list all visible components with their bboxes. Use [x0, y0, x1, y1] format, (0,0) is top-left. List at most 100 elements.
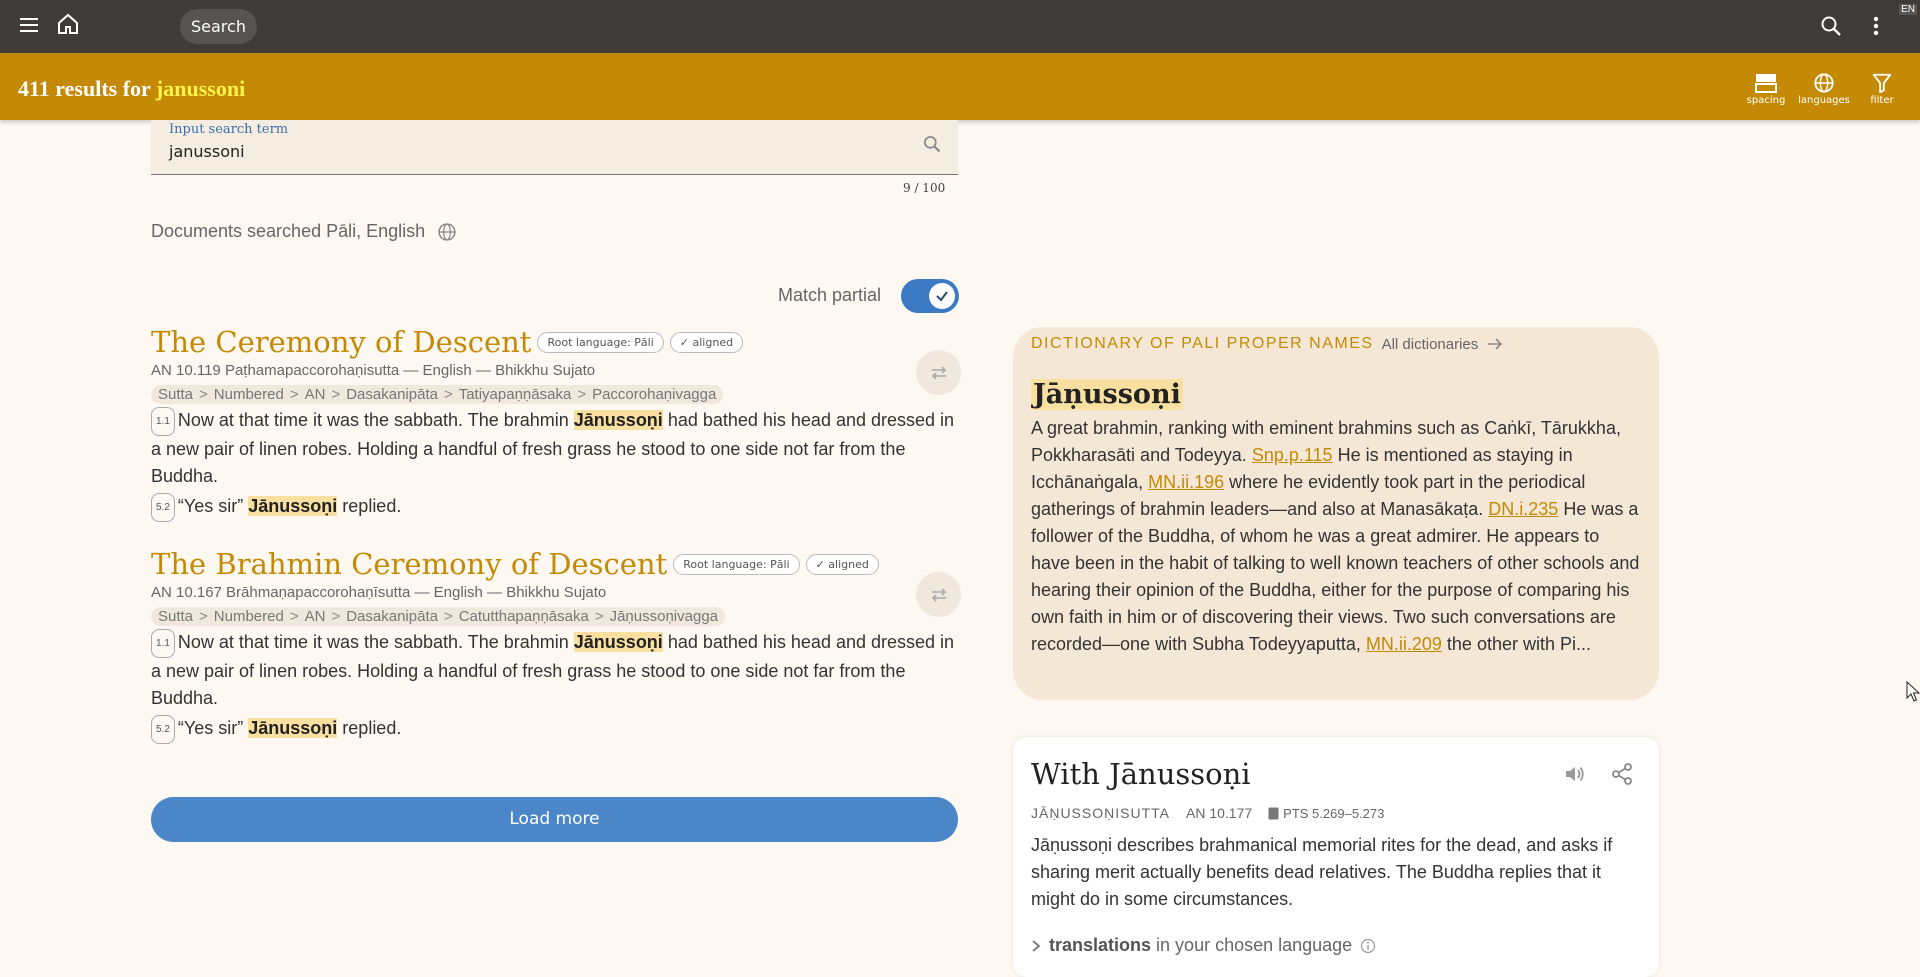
menu-icon[interactable]	[18, 14, 40, 36]
highlighted-term: Jānussoṇi	[248, 718, 338, 738]
match-partial-toggle[interactable]	[901, 279, 959, 313]
root-language-badge: Root language: Pāli	[673, 553, 800, 575]
excerpt-text: Now at that time it was the sabbath. The…	[177, 632, 574, 652]
breadcrumb-item[interactable]: AN	[305, 386, 326, 403]
swap-icon	[931, 365, 946, 380]
result-excerpt: 1.1 Now at that time it was the sabbath. …	[151, 629, 961, 712]
pts-reference: PTS 5.269–5.273	[1268, 806, 1384, 821]
documents-searched-text: Documents searched Pāli, English	[151, 221, 426, 241]
result-meta: AN 10.119 Paṭhamapaccorohaṇisutta — Engl…	[151, 362, 596, 379]
filter-icon	[1872, 73, 1892, 94]
search-field-label: Input search term	[169, 122, 289, 137]
search-field[interactable]: Input search term janussoni	[151, 120, 958, 175]
swap-translation-button[interactable]	[916, 572, 961, 617]
dictionary-name: DICTIONARY OF PALI PROPER NAMES	[1031, 335, 1374, 352]
sutta-acronym: JĀṆUSSOṆISUTTA	[1031, 805, 1170, 821]
result-excerpt: 1.1 Now at that time it was the sabbath. …	[151, 407, 961, 490]
breadcrumb-item[interactable]: Dasakanipāta	[346, 608, 438, 625]
spacing-icon	[1755, 74, 1777, 93]
language-code[interactable]: EN	[1899, 4, 1917, 15]
search-submit-icon[interactable]	[922, 134, 942, 159]
breadcrumb-item[interactable]: Jāṇussoṇivagga	[610, 608, 718, 625]
results-title: 411 results for janussoni	[18, 76, 245, 102]
definition-text: He was a follower of the Buddha, of whom…	[1031, 499, 1640, 654]
aligned-badge: ✓ aligned	[669, 331, 744, 353]
result-meta: AN 10.167 Brāhmaṇapaccorohaṇīsutta — Eng…	[151, 584, 607, 601]
check-icon	[936, 291, 948, 302]
sutta-reference: AN 10.177	[1185, 805, 1253, 821]
filter-button[interactable]: filter	[1855, 72, 1909, 106]
sutta-title[interactable]: With Jānussoṇi	[1031, 757, 1251, 791]
reference-link[interactable]: MN.ii.209	[1366, 634, 1442, 654]
excerpt-text: replied.	[337, 718, 402, 738]
results-bar	[0, 53, 1920, 120]
mouse-cursor-icon	[1906, 681, 1920, 702]
spacing-label: spacing	[1746, 95, 1786, 106]
translations-subtext: in your chosen language	[1156, 935, 1353, 955]
character-counter: 9 / 100	[903, 181, 946, 195]
search-result: The Brahmin Ceremony of Descent Root lan…	[151, 547, 961, 744]
search-button[interactable]: Search	[180, 9, 257, 44]
home-icon[interactable]	[56, 12, 80, 36]
filter-label: filter	[1870, 95, 1894, 106]
segment-number: 1.1	[151, 407, 175, 436]
arrow-right-icon[interactable]	[1486, 337, 1504, 351]
breadcrumb: Sutta > Numbered > AN > Dasakanipāta > Catutthap…	[151, 607, 726, 626]
highlighted-term: Jānussoṇi	[573, 632, 663, 652]
swap-icon	[931, 587, 946, 602]
more-vert-icon[interactable]	[1872, 14, 1880, 38]
breadcrumb-item[interactable]: Paccorohaṇivagga	[592, 386, 716, 403]
segment-number: 1.1	[151, 629, 175, 658]
book-icon	[1268, 807, 1279, 819]
excerpt-text: “Yes sir”	[177, 718, 249, 738]
all-dictionaries-link[interactable]: All dictionaries	[1382, 336, 1479, 353]
breadcrumb-item[interactable]: Catutthapaṇṇāsaka	[459, 608, 589, 625]
breadcrumb-item[interactable]: Sutta	[158, 608, 193, 625]
documents-searched: Documents searched Pāli, English	[151, 221, 457, 242]
breadcrumb-item[interactable]: Tatiyapaṇṇāsaka	[459, 386, 572, 403]
dictionary-definition: A great brahmin, ranking with eminent br…	[1031, 415, 1641, 658]
breadcrumb-item[interactable]: Numbered	[214, 608, 284, 625]
breadcrumb-item[interactable]: Dasakanipāta	[346, 386, 438, 403]
segment-number: 5.2	[151, 715, 175, 744]
translations-label: translations	[1049, 935, 1152, 955]
results-count: 411 results for	[18, 76, 156, 101]
reference-link[interactable]: Snp.p.115	[1252, 445, 1333, 465]
result-title[interactable]: The Ceremony of Descent	[151, 325, 531, 359]
languages-button[interactable]: languages	[1797, 72, 1851, 106]
search-icon[interactable]	[1819, 14, 1843, 38]
dictionary-term: Jāṇussoṇi	[1031, 379, 1183, 410]
highlighted-term: Jānussoṇi	[248, 496, 338, 516]
speaker-icon[interactable]	[1563, 763, 1587, 785]
root-language-badge: Root language: Pāli	[537, 331, 664, 353]
excerpt-text: Now at that time it was the sabbath. The…	[177, 410, 574, 430]
highlighted-term: Jānussoṇi	[573, 410, 663, 430]
globe-icon[interactable]	[437, 222, 457, 242]
breadcrumb: Sutta > Numbered > AN > Dasakanipāta > Tatiyapaṇ…	[151, 385, 724, 404]
excerpt-text: replied.	[337, 496, 402, 516]
dictionary-card: DICTIONARY OF PALI PROPER NAMES All dict…	[1013, 327, 1659, 700]
toggle-knob	[929, 283, 955, 309]
definition-text: the other with Pi...	[1441, 634, 1591, 654]
search-result: The Ceremony of Descent Root language: P…	[151, 325, 961, 522]
info-icon[interactable]	[1360, 938, 1376, 954]
reference-link[interactable]: MN.ii.196	[1148, 472, 1224, 492]
search-input[interactable]: janussoni	[169, 142, 245, 161]
load-more-button[interactable]: Load more	[151, 797, 958, 842]
segment-number: 5.2	[151, 493, 175, 522]
share-icon[interactable]	[1611, 763, 1633, 785]
breadcrumb-item[interactable]: AN	[305, 608, 326, 625]
result-title[interactable]: The Brahmin Ceremony of Descent	[151, 547, 667, 581]
sutta-meta: JĀṆUSSOṆISUTTA AN 10.177 PTS 5.269–5.273	[1031, 805, 1384, 821]
breadcrumb-item[interactable]: Numbered	[214, 386, 284, 403]
reference-link[interactable]: DN.i.235	[1488, 499, 1558, 519]
translations-toggle[interactable]: translations in your chosen language	[1031, 935, 1376, 956]
languages-label: languages	[1798, 95, 1850, 106]
top-bar: Search EN	[0, 0, 1920, 53]
sutta-card: With Jānussoṇi JĀṆUSSOṆISUTTA AN 10.177 …	[1013, 737, 1659, 977]
result-excerpt: 5.2 “Yes sir” Jānussoṇi replied.	[151, 715, 961, 744]
pts-text: PTS 5.269–5.273	[1283, 805, 1385, 821]
spacing-button[interactable]: spacing	[1739, 72, 1793, 106]
breadcrumb-item[interactable]: Sutta	[158, 386, 193, 403]
swap-translation-button[interactable]	[916, 350, 961, 395]
